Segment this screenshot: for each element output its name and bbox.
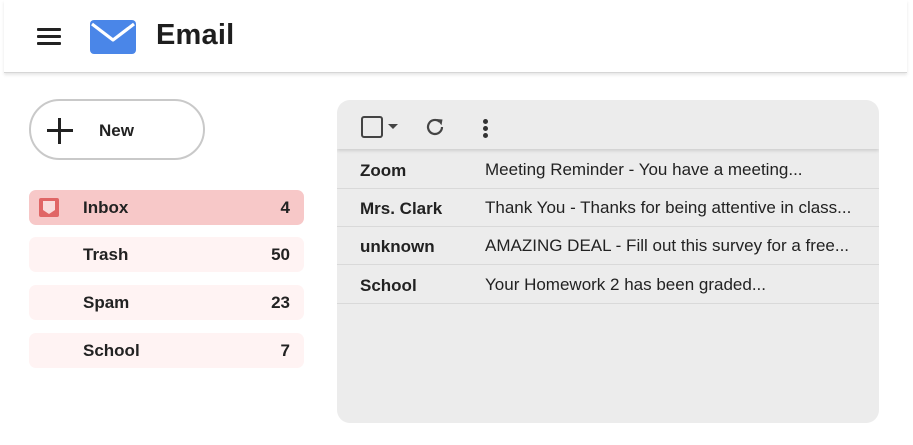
email-subject: Thank You - Thanks for being attentive i…	[485, 198, 852, 217]
folder-count: 7	[280, 341, 290, 360]
folder-trash[interactable]: Trash 50	[29, 237, 304, 272]
email-sender: unknown	[360, 237, 435, 256]
email-toolbar	[337, 100, 879, 149]
folder-label: Inbox	[83, 198, 129, 217]
email-list-panel: Zoom Meeting Reminder - You have a meeti…	[337, 100, 879, 423]
folder-school[interactable]: School 7	[29, 333, 304, 368]
email-row[interactable]: Mrs. Clark Thank You - Thanks for being …	[337, 189, 879, 227]
email-subject: AMAZING DEAL - Fill out this survey for …	[485, 236, 850, 255]
folder-count: 4	[280, 198, 290, 217]
more-vertical-icon[interactable]	[482, 119, 488, 141]
app-title: Email	[156, 19, 235, 51]
email-subject: Meeting Reminder - You have a meeting...	[485, 160, 803, 179]
mail-icon	[90, 20, 136, 54]
folder-label: Spam	[83, 293, 130, 312]
email-row[interactable]: Zoom Meeting Reminder - You have a meeti…	[337, 151, 879, 189]
inbox-icon	[39, 198, 59, 217]
plus-icon	[47, 118, 73, 144]
folder-count: 23	[271, 293, 290, 312]
folder-label: School	[83, 341, 140, 360]
email-sender: School	[360, 276, 417, 295]
refresh-icon[interactable]	[424, 116, 446, 138]
menu-icon[interactable]	[37, 24, 63, 50]
new-email-button[interactable]: New	[29, 99, 205, 160]
email-sender: Mrs. Clark	[360, 199, 443, 218]
email-sender: Zoom	[360, 161, 407, 180]
folder-spam[interactable]: Spam 23	[29, 285, 304, 320]
folder-inbox[interactable]: Inbox 4	[29, 190, 304, 225]
chevron-down-icon[interactable]	[388, 124, 398, 129]
email-row[interactable]: unknown AMAZING DEAL - Fill out this sur…	[337, 227, 879, 265]
folder-count: 50	[271, 245, 290, 264]
email-subject: Your Homework 2 has been graded...	[485, 275, 766, 294]
new-button-label: New	[99, 121, 134, 140]
app-header: Email	[4, 0, 907, 73]
folder-label: Trash	[83, 245, 129, 264]
select-all-checkbox[interactable]	[361, 116, 383, 138]
email-row[interactable]: School Your Homework 2 has been graded..…	[337, 266, 879, 304]
